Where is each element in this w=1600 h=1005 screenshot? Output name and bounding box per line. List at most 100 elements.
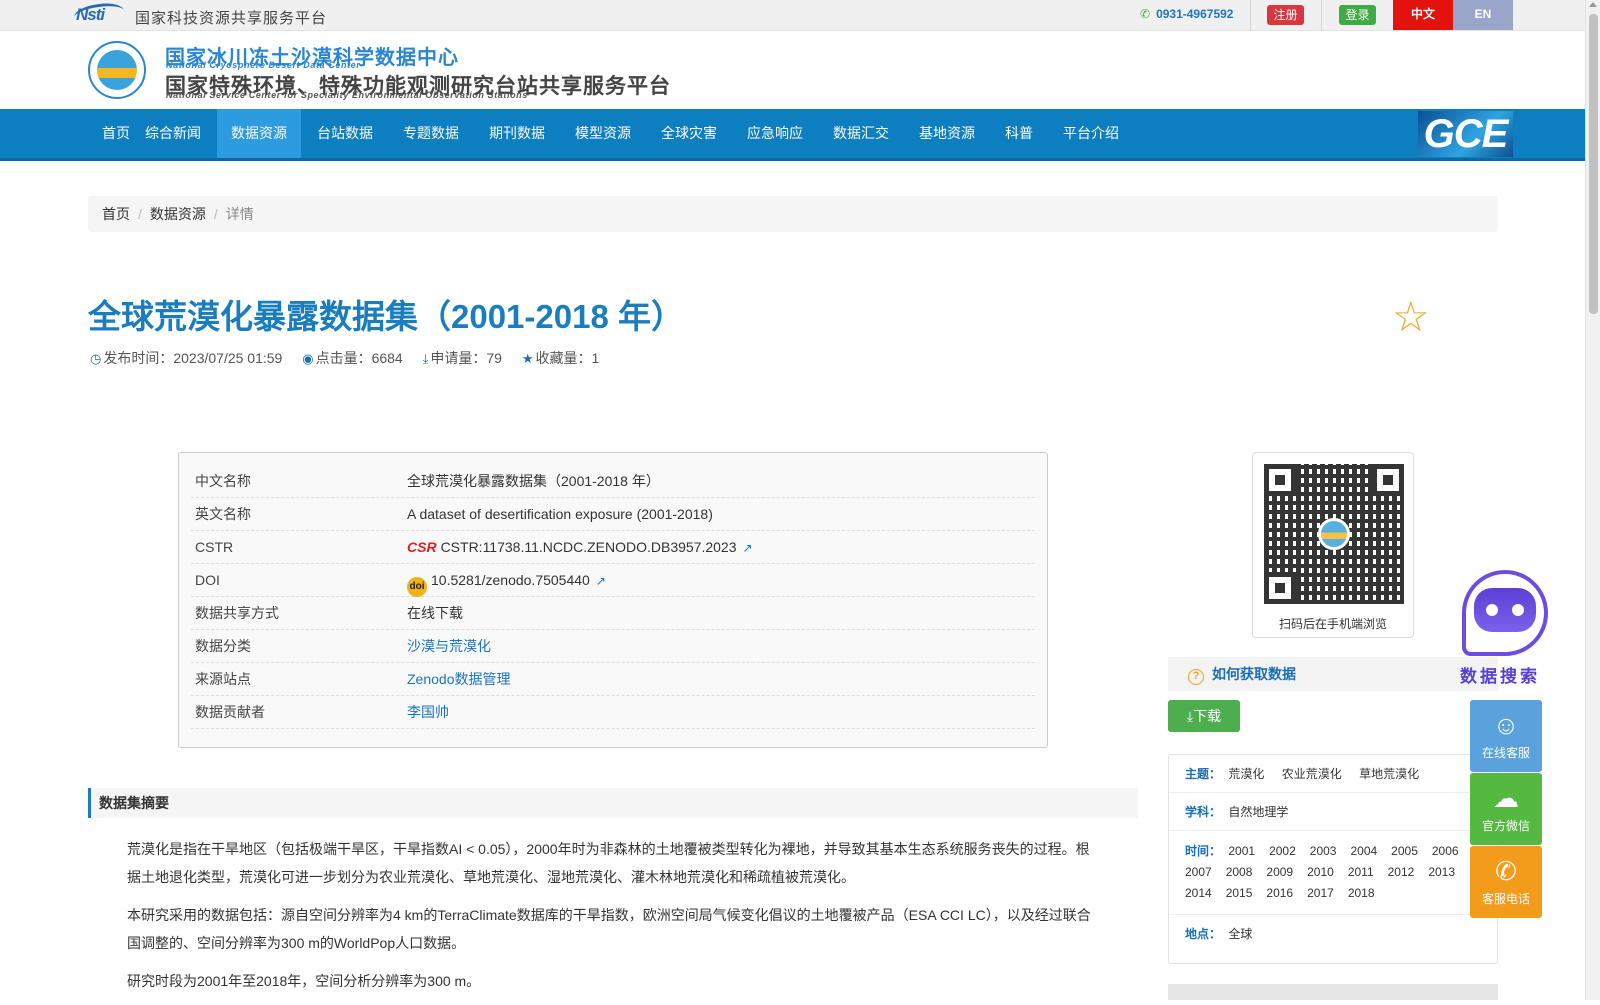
dataset-meta: ◷ 发布时间：2023/07/25 01:59 ◉ 点击量：6684 ⤓ 申请量：79… <box>90 350 600 366</box>
favorite-star-icon[interactable]: ☆ <box>1392 296 1434 338</box>
external-link-icon[interactable]: ↗ <box>743 541 753 555</box>
location-tag[interactable]: 全球 <box>1228 927 1252 941</box>
page-title: 全球荒漠化暴露数据集（2001-2018 年） <box>88 298 684 335</box>
click-count: 6684 <box>371 350 403 366</box>
year-tag[interactable]: 2017 <box>1307 886 1334 900</box>
discipline-tag[interactable]: 自然地理学 <box>1228 805 1288 819</box>
year-tag[interactable]: 2009 <box>1266 865 1293 879</box>
nav-item-thematic-data[interactable]: 专题数据 <box>389 109 473 158</box>
gce-badge[interactable]: GCE <box>1418 111 1513 157</box>
hotline-phone: ✆ 0931-4967592 <box>1140 7 1234 21</box>
year-tag[interactable]: 2014 <box>1185 886 1212 900</box>
service-phone-button[interactable]: ✆ 客服电话 <box>1470 846 1542 918</box>
year-tag[interactable]: 2008 <box>1226 865 1253 879</box>
year-tag[interactable]: 2010 <box>1307 865 1334 879</box>
year-tag[interactable]: 2004 <box>1350 844 1377 858</box>
summary-heading: 数据集摘要 <box>88 788 1138 818</box>
tag-row-theme: 主题： 荒漠化 农业荒漠化 草地荒漠化 <box>1169 755 1497 793</box>
theme-tag[interactable]: 草地荒漠化 <box>1359 767 1419 781</box>
online-service-button[interactable]: ☺ 在线客服 <box>1470 700 1542 772</box>
login-button[interactable]: 登录 <box>1339 5 1376 25</box>
register-button[interactable]: 注册 <box>1267 5 1304 25</box>
wechat-icon: ☁ <box>1493 783 1519 813</box>
page-scrollbar[interactable] <box>1585 0 1600 1000</box>
breadcrumb-home[interactable]: 首页 <box>102 206 130 222</box>
theme-tag[interactable]: 荒漠化 <box>1228 767 1264 781</box>
data-center-title-en: National Cryosphere Desert Data Center <box>166 60 361 70</box>
eye-icon: ◉ <box>302 351 314 366</box>
nav-item-data-resources[interactable]: 数据资源 <box>217 109 301 158</box>
info-row-share-method: 数据共享方式 在线下载 <box>191 597 1035 630</box>
info-row-english-name: 英文名称 A dataset of desertification exposur… <box>191 498 1035 531</box>
year-tag[interactable]: 2016 <box>1266 886 1293 900</box>
main-nav: 首页 综合新闻 数据资源 台站数据 专题数据 期刊数据 模型资源 全球灾害 应急… <box>0 109 1585 161</box>
nav-item-about[interactable]: 平台介绍 <box>1049 109 1133 158</box>
question-icon: ? <box>1188 669 1204 685</box>
lang-en-button[interactable]: EN <box>1453 0 1513 30</box>
download-button[interactable]: ⤓下载 <box>1168 700 1240 732</box>
year-tag[interactable]: 2005 <box>1391 844 1418 858</box>
info-row-cstr: CSTR CSR CSTR:11738.11.NCDC.ZENODO.DB3957… <box>191 531 1035 564</box>
clock-icon: ◷ <box>90 351 102 366</box>
data-search-label[interactable]: 数据搜索 <box>1460 662 1540 687</box>
lang-zh-button[interactable]: 中文 <box>1393 0 1453 30</box>
qr-caption: 扫码后在手机端浏览 <box>1278 617 1387 631</box>
nav-item-data-submission[interactable]: 数据汇交 <box>819 109 903 158</box>
qr-code-panel: 扫码后在手机端浏览 <box>1252 452 1414 638</box>
contributor-link[interactable]: 李国帅 <box>407 696 449 729</box>
nav-item-model-resources[interactable]: 模型资源 <box>561 109 645 158</box>
tag-row-location: 地点： 全球 <box>1185 927 1253 941</box>
nav-item-news[interactable]: 综合新闻 <box>131 109 215 158</box>
nav-item-science[interactable]: 科普 <box>991 109 1047 158</box>
how-to-get-data[interactable]: ? 如何获取数据 <box>1168 657 1498 691</box>
published-date: 2023/07/25 01:59 <box>173 350 283 366</box>
year-tag[interactable]: 2018 <box>1348 886 1375 900</box>
download-icon: ⤓ <box>422 351 429 366</box>
year-tag[interactable]: 2011 <box>1348 865 1374 879</box>
dataset-tags-panel: 主题： 荒漠化 农业荒漠化 草地荒漠化 学科： 自然地理学 时间： 2001 20… <box>1168 754 1498 964</box>
phone-icon: ✆ <box>1140 7 1151 21</box>
year-tag[interactable]: 2003 <box>1310 844 1337 858</box>
year-tag[interactable]: 2006 <box>1432 844 1459 858</box>
data-center-emblem[interactable] <box>88 41 146 99</box>
nav-item-station-data[interactable]: 台站数据 <box>303 109 387 158</box>
cstr-logo-icon: CSR <box>407 539 437 555</box>
phone-icon: ✆ <box>1495 856 1517 886</box>
summary-paragraph: 研究时段为2001年至2018年，空间分析分辨率为300 m。 <box>127 973 481 989</box>
year-tag[interactable]: 2015 <box>1226 886 1253 900</box>
platform-title[interactable]: 国家科技资源共享服务平台 <box>135 7 327 28</box>
year-tag[interactable]: 2012 <box>1388 865 1415 879</box>
nav-item-global-disasters[interactable]: 全球灾害 <box>647 109 731 158</box>
nav-item-emergency-response[interactable]: 应急响应 <box>733 109 817 158</box>
info-row-category: 数据分类 沙漠与荒漠化 <box>191 630 1035 663</box>
info-row-chinese-name: 中文名称 全球荒漠化暴露数据集（2001-2018 年） <box>191 465 1035 498</box>
wechat-button[interactable]: ☁ 官方微信 <box>1470 773 1542 845</box>
qq-icon: ☺ <box>1492 710 1520 740</box>
category-link[interactable]: 沙漠与荒漠化 <box>407 630 491 663</box>
nav-item-base-resources[interactable]: 基地资源 <box>905 109 989 158</box>
tag-row-time: 时间： 2001 2002 2003 2004 2005 2006 2007 2008 200… <box>1169 831 1497 915</box>
year-tag[interactable]: 2002 <box>1269 844 1296 858</box>
next-panel-header <box>1168 984 1498 1000</box>
year-tag[interactable]: 2001 <box>1228 844 1255 858</box>
year-tag[interactable]: 2013 <box>1428 865 1455 879</box>
year-tag[interactable]: 2007 <box>1185 865 1212 879</box>
theme-tag[interactable]: 农业荒漠化 <box>1282 767 1342 781</box>
summary-paragraph: 本研究采用的数据包括：源自空间分辨率为4 km的TerraClimate数据库的… <box>127 907 1091 951</box>
source-station-link[interactable]: Zenodo数据管理 <box>407 663 510 696</box>
scrollbar-thumb[interactable] <box>1589 14 1598 314</box>
nav-item-journal-data[interactable]: 期刊数据 <box>475 109 559 158</box>
breadcrumb: 首页 / 数据资源 / 详情 <box>88 196 1498 232</box>
data-search-robot-icon[interactable] <box>1462 570 1548 656</box>
external-link-icon[interactable]: ↗ <box>596 574 606 588</box>
doi-logo-icon: doi <box>407 577 427 597</box>
doi-link[interactable]: 10.5281/zenodo.7505440 <box>431 572 590 588</box>
summary-paragraph: 荒漠化是指在干旱地区（包括极端干旱区，干旱指数AI < 0.05），2000年时… <box>127 841 1090 885</box>
cstr-link[interactable]: CSTR:11738.11.NCDC.ZENODO.DB3957.2023 <box>441 539 737 555</box>
platform-subtitle-en: National Service Center for Speciality E… <box>166 90 528 100</box>
breadcrumb-data-resources[interactable]: 数据资源 <box>150 206 206 222</box>
nsti-logo[interactable]: Nsti <box>72 0 126 28</box>
info-row-source-station: 来源站点 Zenodo数据管理 <box>191 663 1035 696</box>
dataset-info-table: 中文名称 全球荒漠化暴露数据集（2001-2018 年） 英文名称 A datase… <box>178 452 1048 748</box>
qr-code <box>1264 464 1404 604</box>
